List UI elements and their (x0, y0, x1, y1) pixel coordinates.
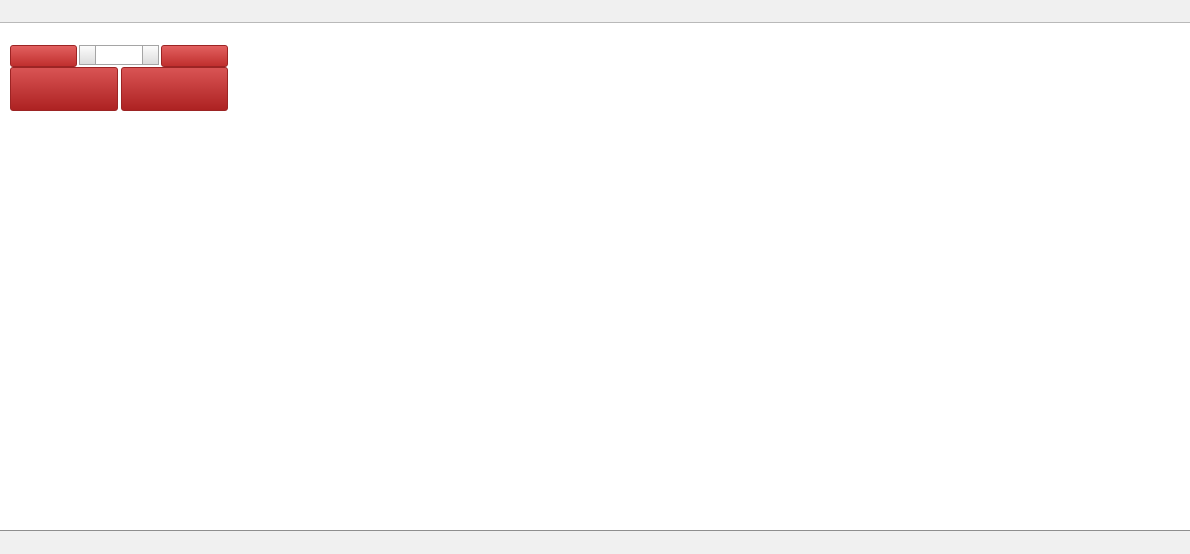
chart-title-row (10, 26, 35, 40)
volume-increase-button[interactable] (142, 45, 159, 65)
sell-button[interactable] (10, 45, 77, 67)
chart-tab-bar (0, 530, 1190, 554)
timeframe-toolbar (0, 0, 1190, 23)
sell-price-box[interactable] (10, 67, 118, 111)
buy-button[interactable] (161, 45, 228, 67)
volume-input[interactable] (96, 45, 142, 65)
trading-terminal (0, 0, 1190, 554)
volume-decrease-button[interactable] (79, 45, 96, 65)
buy-price-box[interactable] (120, 67, 228, 111)
one-click-trade-panel (10, 45, 228, 111)
